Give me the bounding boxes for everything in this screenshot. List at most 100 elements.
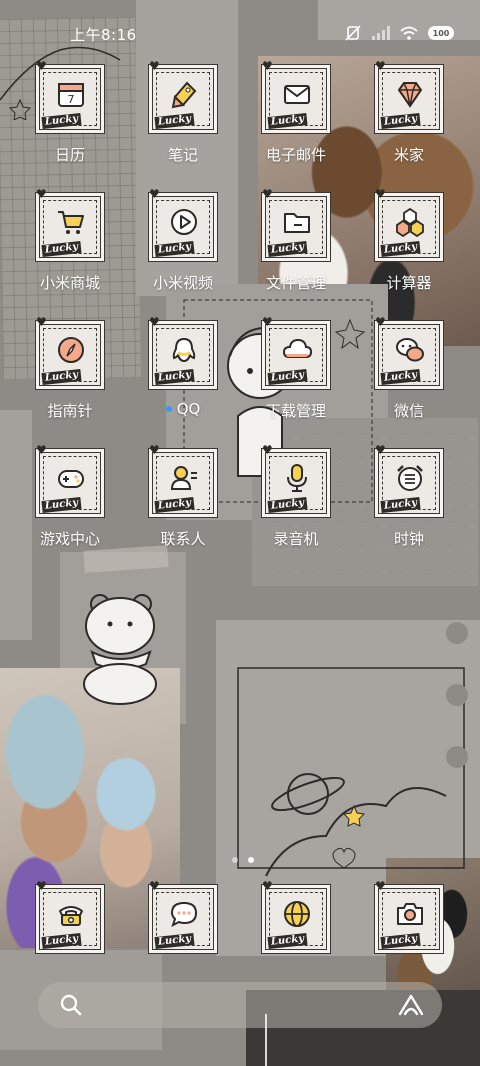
calendar-icon: 7 — [58, 83, 84, 107]
cloud-download-icon — [282, 338, 312, 358]
app-mi-store[interactable]: ♥ Lucky 小米商城 — [20, 188, 120, 306]
app-tile: ♥ Lucky — [375, 60, 440, 130]
app-label: QQ — [165, 400, 201, 418]
compass-icon — [58, 337, 84, 363]
lucky-badge: Lucky — [380, 496, 421, 514]
app-compass[interactable]: ♥ Lucky 指南针 — [20, 316, 120, 434]
heart-pin-icon: ♥ — [149, 59, 160, 73]
gesture-line — [265, 1014, 267, 1066]
status-bar: 上午8:16 100 — [0, 0, 480, 66]
lucky-badge: Lucky — [267, 496, 308, 514]
app-tile: ♥ Lucky — [375, 880, 440, 950]
app-tile: ♥ Lucky — [149, 444, 214, 514]
app-clock[interactable]: ♥ Lucky 时钟 — [359, 444, 459, 562]
app-downloads[interactable]: ♥ Lucky 下载管理 — [246, 316, 346, 434]
app-label: 联系人 — [160, 530, 206, 548]
wechat-icon — [396, 338, 424, 362]
heart-pin-icon: ♥ — [262, 443, 273, 457]
app-recorder[interactable]: ♥ Lucky 录音机 — [246, 444, 346, 562]
dock-phone[interactable]: ♥ Lucky — [20, 880, 120, 956]
app-tile: ♥ Lucky — [149, 880, 214, 950]
dock-messages[interactable]: ♥ Lucky — [133, 880, 233, 956]
lucky-badge: Lucky — [380, 240, 421, 258]
app-label: 计算器 — [386, 274, 432, 292]
app-game-center[interactable]: ♥ Lucky 游戏中心 — [20, 444, 120, 562]
dock-browser[interactable]: ♥ Lucky — [246, 880, 346, 956]
lucky-badge: Lucky — [41, 240, 82, 258]
heart-pin-icon: ♥ — [262, 879, 273, 893]
lucky-badge: Lucky — [154, 496, 195, 514]
page-dot[interactable] — [232, 857, 238, 863]
lucky-badge: Lucky — [267, 932, 308, 950]
app-label: 微信 — [393, 402, 424, 420]
app-tile: ♥ Lucky — [375, 188, 440, 258]
app-label: 笔记 — [167, 146, 198, 164]
heart-pin-icon: ♥ — [375, 187, 386, 201]
lucky-badge: Lucky — [41, 932, 82, 950]
lucky-badge: Lucky — [380, 112, 421, 130]
microphone-icon — [287, 464, 307, 492]
app-tile: ♥ Lucky — [36, 880, 101, 950]
page-dot-active[interactable] — [248, 857, 254, 863]
calculator-icon — [396, 207, 424, 237]
app-label: 米家 — [393, 146, 424, 164]
page-indicator[interactable] — [232, 857, 254, 863]
app-wechat[interactable]: ♥ Lucky 微信 — [359, 316, 459, 434]
app-tile: ♥ Lucky — [262, 880, 327, 950]
app-tile: ♥ Lucky — [149, 316, 214, 386]
heart-pin-icon: ♥ — [375, 59, 386, 73]
app-label: 小米商城 — [39, 274, 100, 292]
status-icons: 100 — [344, 24, 454, 42]
heart-pin-icon: ♥ — [36, 879, 47, 893]
alarm-clock-icon — [397, 465, 423, 491]
app-label-text: QQ — [176, 400, 201, 418]
contacts-icon — [170, 466, 197, 490]
app-email[interactable]: ♥ Lucky 电子邮件 — [246, 60, 346, 178]
lucky-badge: Lucky — [380, 368, 421, 386]
heart-pin-icon: ♥ — [149, 315, 160, 329]
app-contacts[interactable]: ♥ Lucky 联系人 — [133, 444, 233, 562]
play-icon — [171, 209, 197, 235]
heart-pin-icon: ♥ — [149, 443, 160, 457]
app-qq[interactable]: ♥ Lucky QQ — [133, 316, 233, 434]
app-label: 小米视频 — [152, 274, 213, 292]
heart-pin-icon: ♥ — [36, 315, 47, 329]
camera-icon — [397, 903, 423, 925]
search-bar[interactable] — [38, 982, 442, 1028]
battery-icon: 100 — [428, 26, 454, 40]
svg-text:7: 7 — [68, 93, 75, 106]
app-label: 文件管理 — [265, 274, 326, 292]
app-calculator[interactable]: ♥ Lucky 计算器 — [359, 188, 459, 306]
dock-camera[interactable]: ♥ Lucky — [359, 880, 459, 956]
app-tile: ♥ Lucky — [262, 316, 327, 386]
wifi-icon — [400, 26, 418, 40]
app-tile: ♥ Lucky — [262, 444, 327, 514]
app-tile: ♥ 7 Lucky — [36, 60, 101, 130]
lucky-badge: Lucky — [267, 240, 308, 258]
heart-pin-icon: ♥ — [262, 187, 273, 201]
app-tile: ♥ Lucky — [36, 316, 101, 386]
app-label: 指南针 — [47, 402, 93, 420]
diamond-icon — [397, 82, 423, 108]
search-icon — [60, 994, 82, 1016]
app-label: 时钟 — [393, 530, 424, 548]
lucky-badge: Lucky — [154, 368, 195, 386]
app-mijia[interactable]: ♥ Lucky 米家 — [359, 60, 459, 178]
lucky-badge: Lucky — [41, 112, 82, 130]
mail-icon — [284, 85, 310, 104]
app-tile: ♥ Lucky — [36, 444, 101, 514]
assistant-icon[interactable] — [398, 994, 424, 1016]
status-time: 上午8:16 — [70, 26, 137, 44]
app-label: 下载管理 — [265, 402, 326, 420]
app-label: 日历 — [54, 146, 85, 164]
app-tile: ♥ Lucky — [149, 60, 214, 130]
app-file-manager[interactable]: ♥ Lucky 文件管理 — [246, 188, 346, 306]
app-mi-video[interactable]: ♥ Lucky 小米视频 — [133, 188, 233, 306]
heart-pin-icon: ♥ — [149, 879, 160, 893]
lucky-badge: Lucky — [154, 240, 195, 258]
phone-icon — [59, 906, 83, 926]
lucky-badge: Lucky — [41, 496, 82, 514]
app-calendar[interactable]: ♥ 7 Lucky 日历 — [20, 60, 120, 178]
app-tile: ♥ Lucky — [149, 188, 214, 258]
app-notes[interactable]: ♥ Lucky 笔记 — [133, 60, 233, 178]
